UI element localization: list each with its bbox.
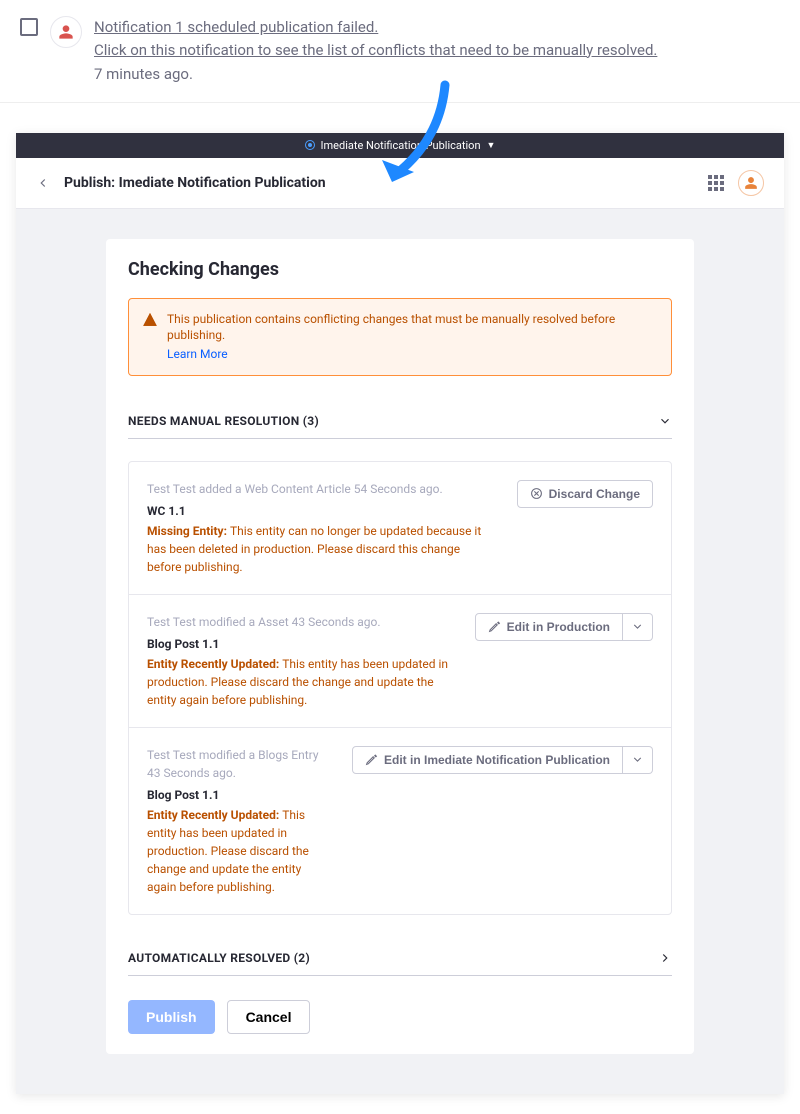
avatar [50,16,82,48]
item-meta: Test Test modified a Blogs Entry 43 Seco… [147,746,332,782]
item-meta: Test Test added a Web Content Article 54… [147,480,497,498]
item-error-lead: Entity Recently Updated: [147,808,282,822]
main-heading: Checking Changes [128,259,672,280]
manual-section-header[interactable]: NEEDS MANUAL RESOLUTION (3) [128,404,672,439]
auto-section-header[interactable]: AUTOMATICALLY RESOLVED (2) [128,941,672,976]
conflict-item: Test Test added a Web Content Article 54… [129,462,671,595]
chevron-down-icon [631,753,644,766]
button-label: Edit in Production [507,620,610,634]
user-icon [744,176,758,190]
radio-icon [305,140,315,150]
chevron-down-icon [631,620,644,633]
topbar-title: Imediate Notification Publication [321,139,481,152]
button-label: Edit in Imediate Notification Publicatio… [384,753,610,767]
button-label: Discard Change [549,487,640,501]
chevron-down-icon [658,414,672,428]
discard-change-button[interactable]: Discard Change [517,480,653,508]
manual-section-label: NEEDS MANUAL RESOLUTION (3) [128,414,319,428]
app-window: Imediate Notification Publication ▼ Publ… [16,133,784,1094]
notification-body[interactable]: Click on this notification to see the li… [94,39,657,62]
item-error-lead: Missing Entity: [147,524,230,538]
notification-time: 7 minutes ago. [94,63,657,86]
topbar[interactable]: Imediate Notification Publication ▼ [16,133,784,158]
user-menu[interactable] [738,170,764,196]
user-icon [58,24,74,40]
edit-production-button[interactable]: Edit in Production [475,613,623,641]
item-error-lead: Entity Recently Updated: [147,657,282,671]
alert-text: This publication contains conflicting ch… [167,312,615,343]
apps-icon[interactable] [708,175,724,191]
back-icon[interactable] [36,176,50,190]
chevron-right-icon [658,951,672,965]
conflict-item: Test Test modified a Asset 43 Seconds ag… [129,595,671,728]
cancel-button[interactable]: Cancel [227,1000,311,1034]
conflict-list: Test Test added a Web Content Article 54… [128,461,672,915]
auto-section-label: AUTOMATICALLY RESOLVED (2) [128,951,310,965]
publish-button[interactable]: Publish [128,1000,215,1034]
item-title: Blog Post 1.1 [147,635,455,653]
learn-more-link[interactable]: Learn More [167,346,657,363]
item-title: WC 1.1 [147,502,497,520]
conflict-item: Test Test modified a Blogs Entry 43 Seco… [129,728,671,914]
item-title: Blog Post 1.1 [147,786,332,804]
edit-publication-button[interactable]: Edit in Imediate Notification Publicatio… [352,746,623,774]
pencil-icon [365,753,378,766]
chevron-down-icon: ▼ [487,140,496,151]
main-card: Checking Changes This publication contai… [106,239,694,1054]
page-title: Publish: Imediate Notification Publicati… [64,175,326,191]
action-dropdown[interactable] [623,613,653,641]
notification-checkbox[interactable] [20,18,38,36]
pencil-icon [488,620,501,633]
warning-icon [143,313,157,327]
notification[interactable]: Notification 1 scheduled publication fai… [0,0,800,103]
header-bar: Publish: Imediate Notification Publicati… [16,158,784,209]
action-dropdown[interactable] [623,746,653,774]
notification-title[interactable]: Notification 1 scheduled publication fai… [94,16,657,39]
item-meta: Test Test modified a Asset 43 Seconds ag… [147,613,455,631]
discard-icon [530,487,543,500]
alert: This publication contains conflicting ch… [128,298,672,376]
